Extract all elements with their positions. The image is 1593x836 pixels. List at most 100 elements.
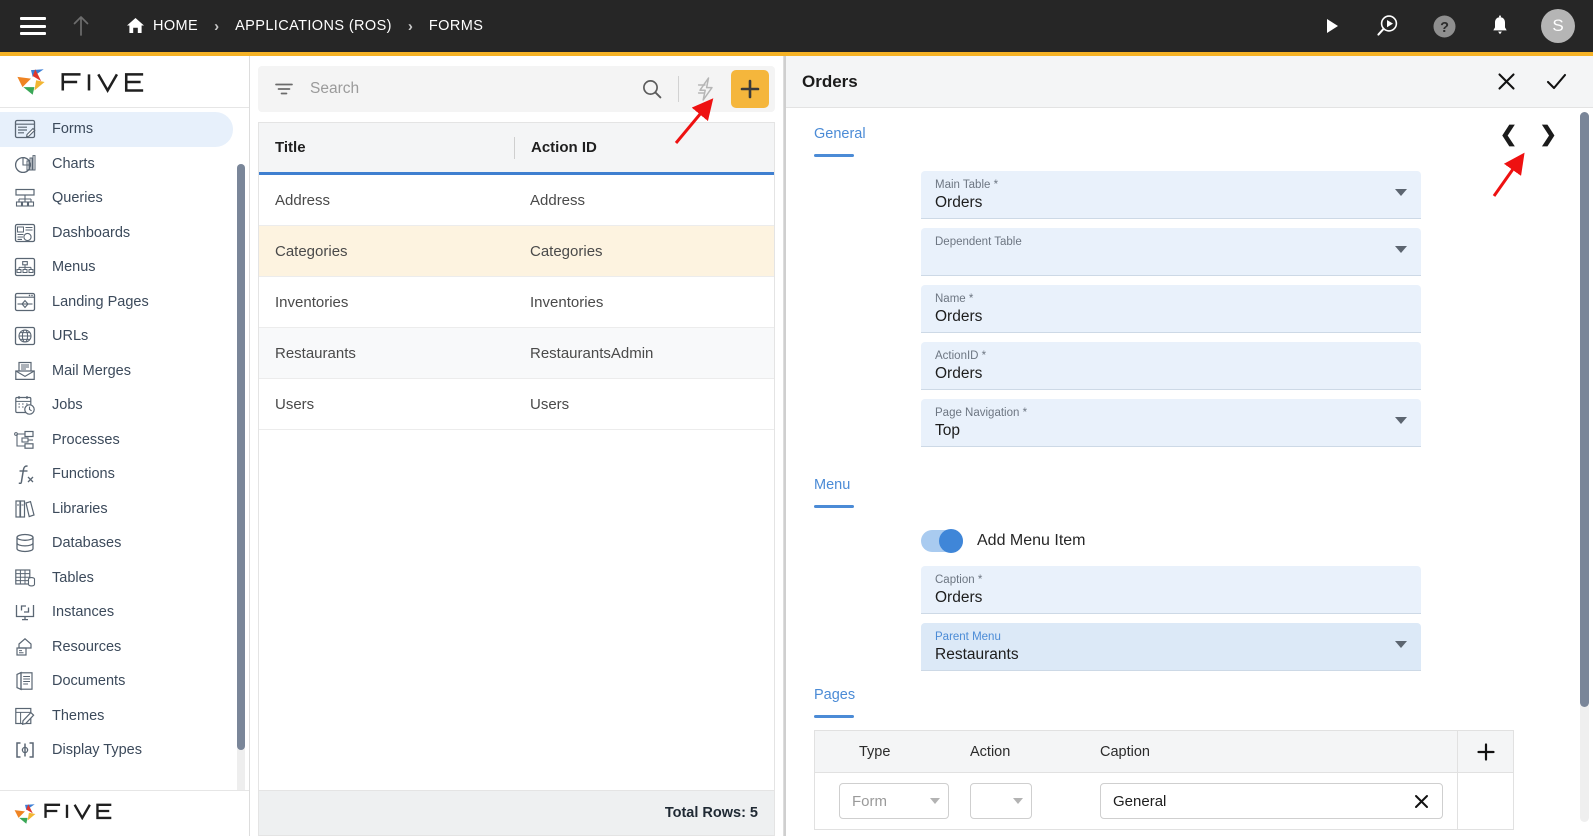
- themes-icon: [12, 704, 38, 728]
- field-value: Restaurants: [935, 646, 1019, 663]
- detail-body: ❮ ❯ General Main Table * Orders Dependen…: [786, 108, 1593, 836]
- chevron-down-icon[interactable]: [1395, 189, 1407, 196]
- breadcrumb-item-home[interactable]: HOME: [126, 17, 198, 35]
- sidebar-item-label: Processes: [52, 431, 120, 448]
- dependent-table-field[interactable]: Dependent Table: [921, 228, 1421, 276]
- page-caption-input[interactable]: General: [1100, 783, 1443, 819]
- table-row[interactable]: Address Address: [259, 175, 774, 226]
- sidebar-item-forms[interactable]: Forms: [0, 112, 233, 147]
- breadcrumb-item-applications[interactable]: APPLICATIONS (ROS): [235, 18, 392, 34]
- page-title: Orders: [802, 71, 858, 91]
- debug-run-icon[interactable]: [1373, 11, 1403, 41]
- page-action-select[interactable]: [970, 783, 1032, 819]
- sidebar-item-instances[interactable]: Instances: [0, 595, 233, 630]
- sidebar-item-charts[interactable]: Charts: [0, 147, 233, 182]
- sidebar-item-label: Databases: [52, 535, 122, 552]
- main-table-field[interactable]: Main Table * Orders: [921, 171, 1421, 219]
- table-row[interactable]: Users Users: [259, 379, 774, 430]
- sidebar-item-label: Forms: [52, 121, 94, 138]
- sidebar-item-urls[interactable]: URLs: [0, 319, 233, 354]
- breadcrumb-item-forms[interactable]: FORMS: [429, 18, 483, 34]
- general-fields: Main Table * Orders Dependent Table Name…: [921, 171, 1421, 447]
- sidebar-item-queries[interactable]: Queries: [0, 181, 233, 216]
- sidebar-item-themes[interactable]: Themes: [0, 699, 233, 734]
- menus-icon: [12, 255, 38, 279]
- sidebar-item-label: Mail Merges: [52, 362, 131, 379]
- caption-field[interactable]: Caption * Orders: [921, 566, 1421, 614]
- filter-icon[interactable]: [272, 77, 296, 101]
- parent-menu-field[interactable]: Parent Menu Restaurants: [921, 623, 1421, 671]
- sidebar-scrollbar[interactable]: [237, 164, 245, 790]
- hamburger-icon[interactable]: [18, 14, 48, 38]
- sidebar-item-jobs[interactable]: Jobs: [0, 388, 233, 423]
- cell-action-id: Address: [530, 191, 586, 209]
- sidebar-item-label: Charts: [52, 155, 95, 172]
- close-icon[interactable]: [1487, 63, 1525, 101]
- list-panel: Title Action ID Address Address Categori…: [250, 56, 784, 836]
- field-value: Orders: [935, 194, 983, 211]
- chevron-down-icon[interactable]: [1395, 641, 1407, 648]
- clear-icon[interactable]: [1410, 790, 1432, 812]
- run-icon[interactable]: [1317, 11, 1347, 41]
- search-input[interactable]: [300, 80, 634, 98]
- sidebar-item-functions[interactable]: Functions: [0, 457, 233, 492]
- field-label: Parent Menu: [935, 631, 1001, 643]
- home-icon: [126, 17, 144, 35]
- column-header-action-id[interactable]: Action ID: [515, 123, 774, 172]
- table-row[interactable]: Restaurants RestaurantsAdmin: [259, 328, 774, 379]
- sidebar-item-label: Functions: [52, 466, 115, 483]
- processes-icon: [12, 428, 38, 452]
- table-row[interactable]: Categories Categories: [259, 226, 774, 277]
- sidebar-item-label: Queries: [52, 190, 103, 207]
- search-bar: [258, 66, 775, 112]
- page-type-select[interactable]: Form: [839, 783, 949, 819]
- top-bar-left: HOME › APPLICATIONS (ROS) › FORMS: [0, 14, 483, 38]
- sidebar-item-processes[interactable]: Processes: [0, 423, 233, 458]
- sidebar-item-resources[interactable]: Resources: [0, 630, 233, 665]
- five-logo-icon-small: [12, 801, 38, 827]
- section-label-general[interactable]: General: [786, 108, 1575, 142]
- landing-pages-icon: [12, 290, 38, 314]
- detail-scrollbar[interactable]: [1580, 112, 1589, 822]
- five-wordmark-small: [42, 802, 128, 825]
- column-header-title[interactable]: Title: [259, 123, 514, 172]
- chevron-down-icon[interactable]: [1395, 417, 1407, 424]
- chevron-down-icon[interactable]: [1395, 246, 1407, 253]
- sidebar-item-display-types[interactable]: Display Types: [0, 733, 233, 768]
- section-pages: Pages Type Action Caption Form General: [786, 687, 1575, 830]
- sidebar-item-dashboards[interactable]: Dashboards: [0, 216, 233, 251]
- sidebar-item-label: Menus: [52, 259, 96, 276]
- sidebar-item-menus[interactable]: Menus: [0, 250, 233, 285]
- field-label: Caption *: [935, 574, 983, 586]
- avatar[interactable]: S: [1541, 9, 1575, 43]
- page-navigation-field[interactable]: Page Navigation * Top: [921, 399, 1421, 447]
- forms-icon: [12, 117, 38, 141]
- sidebar-item-databases[interactable]: Databases: [0, 526, 233, 561]
- name-field[interactable]: Name * Orders: [921, 285, 1421, 333]
- action-id-field[interactable]: ActionID * Orders: [921, 342, 1421, 390]
- sidebar-item-label: Documents: [52, 673, 126, 690]
- sidebar-item-tables[interactable]: Tables: [0, 561, 233, 596]
- section-label-pages[interactable]: Pages: [786, 687, 1575, 703]
- column-header-type: Type: [859, 743, 891, 760]
- search-icon[interactable]: [638, 75, 666, 103]
- add-menu-item-toggle[interactable]: [921, 529, 963, 553]
- help-icon[interactable]: ?: [1429, 11, 1459, 41]
- field-label: ActionID *: [935, 350, 987, 362]
- check-icon[interactable]: [1537, 63, 1575, 101]
- sidebar-item-label: Libraries: [52, 500, 108, 517]
- dashboards-icon: [12, 221, 38, 245]
- table-row[interactable]: Inventories Inventories: [259, 277, 774, 328]
- lightning-bolt-icon[interactable]: [691, 74, 721, 104]
- sidebar-item-label: Landing Pages: [52, 293, 149, 310]
- notifications-bell-icon[interactable]: [1485, 11, 1515, 41]
- arrow-up-icon[interactable]: [58, 15, 104, 37]
- sidebar-item-mail-merges[interactable]: Mail Merges: [0, 354, 233, 389]
- add-record-button[interactable]: [731, 70, 769, 108]
- sidebar-item-label: Instances: [52, 604, 115, 621]
- add-page-button[interactable]: [1457, 731, 1513, 772]
- sidebar-item-documents[interactable]: Documents: [0, 664, 233, 699]
- sidebar-item-libraries[interactable]: Libraries: [0, 492, 233, 527]
- section-label-menu[interactable]: Menu: [786, 459, 1575, 493]
- sidebar-item-landing-pages[interactable]: Landing Pages: [0, 285, 233, 320]
